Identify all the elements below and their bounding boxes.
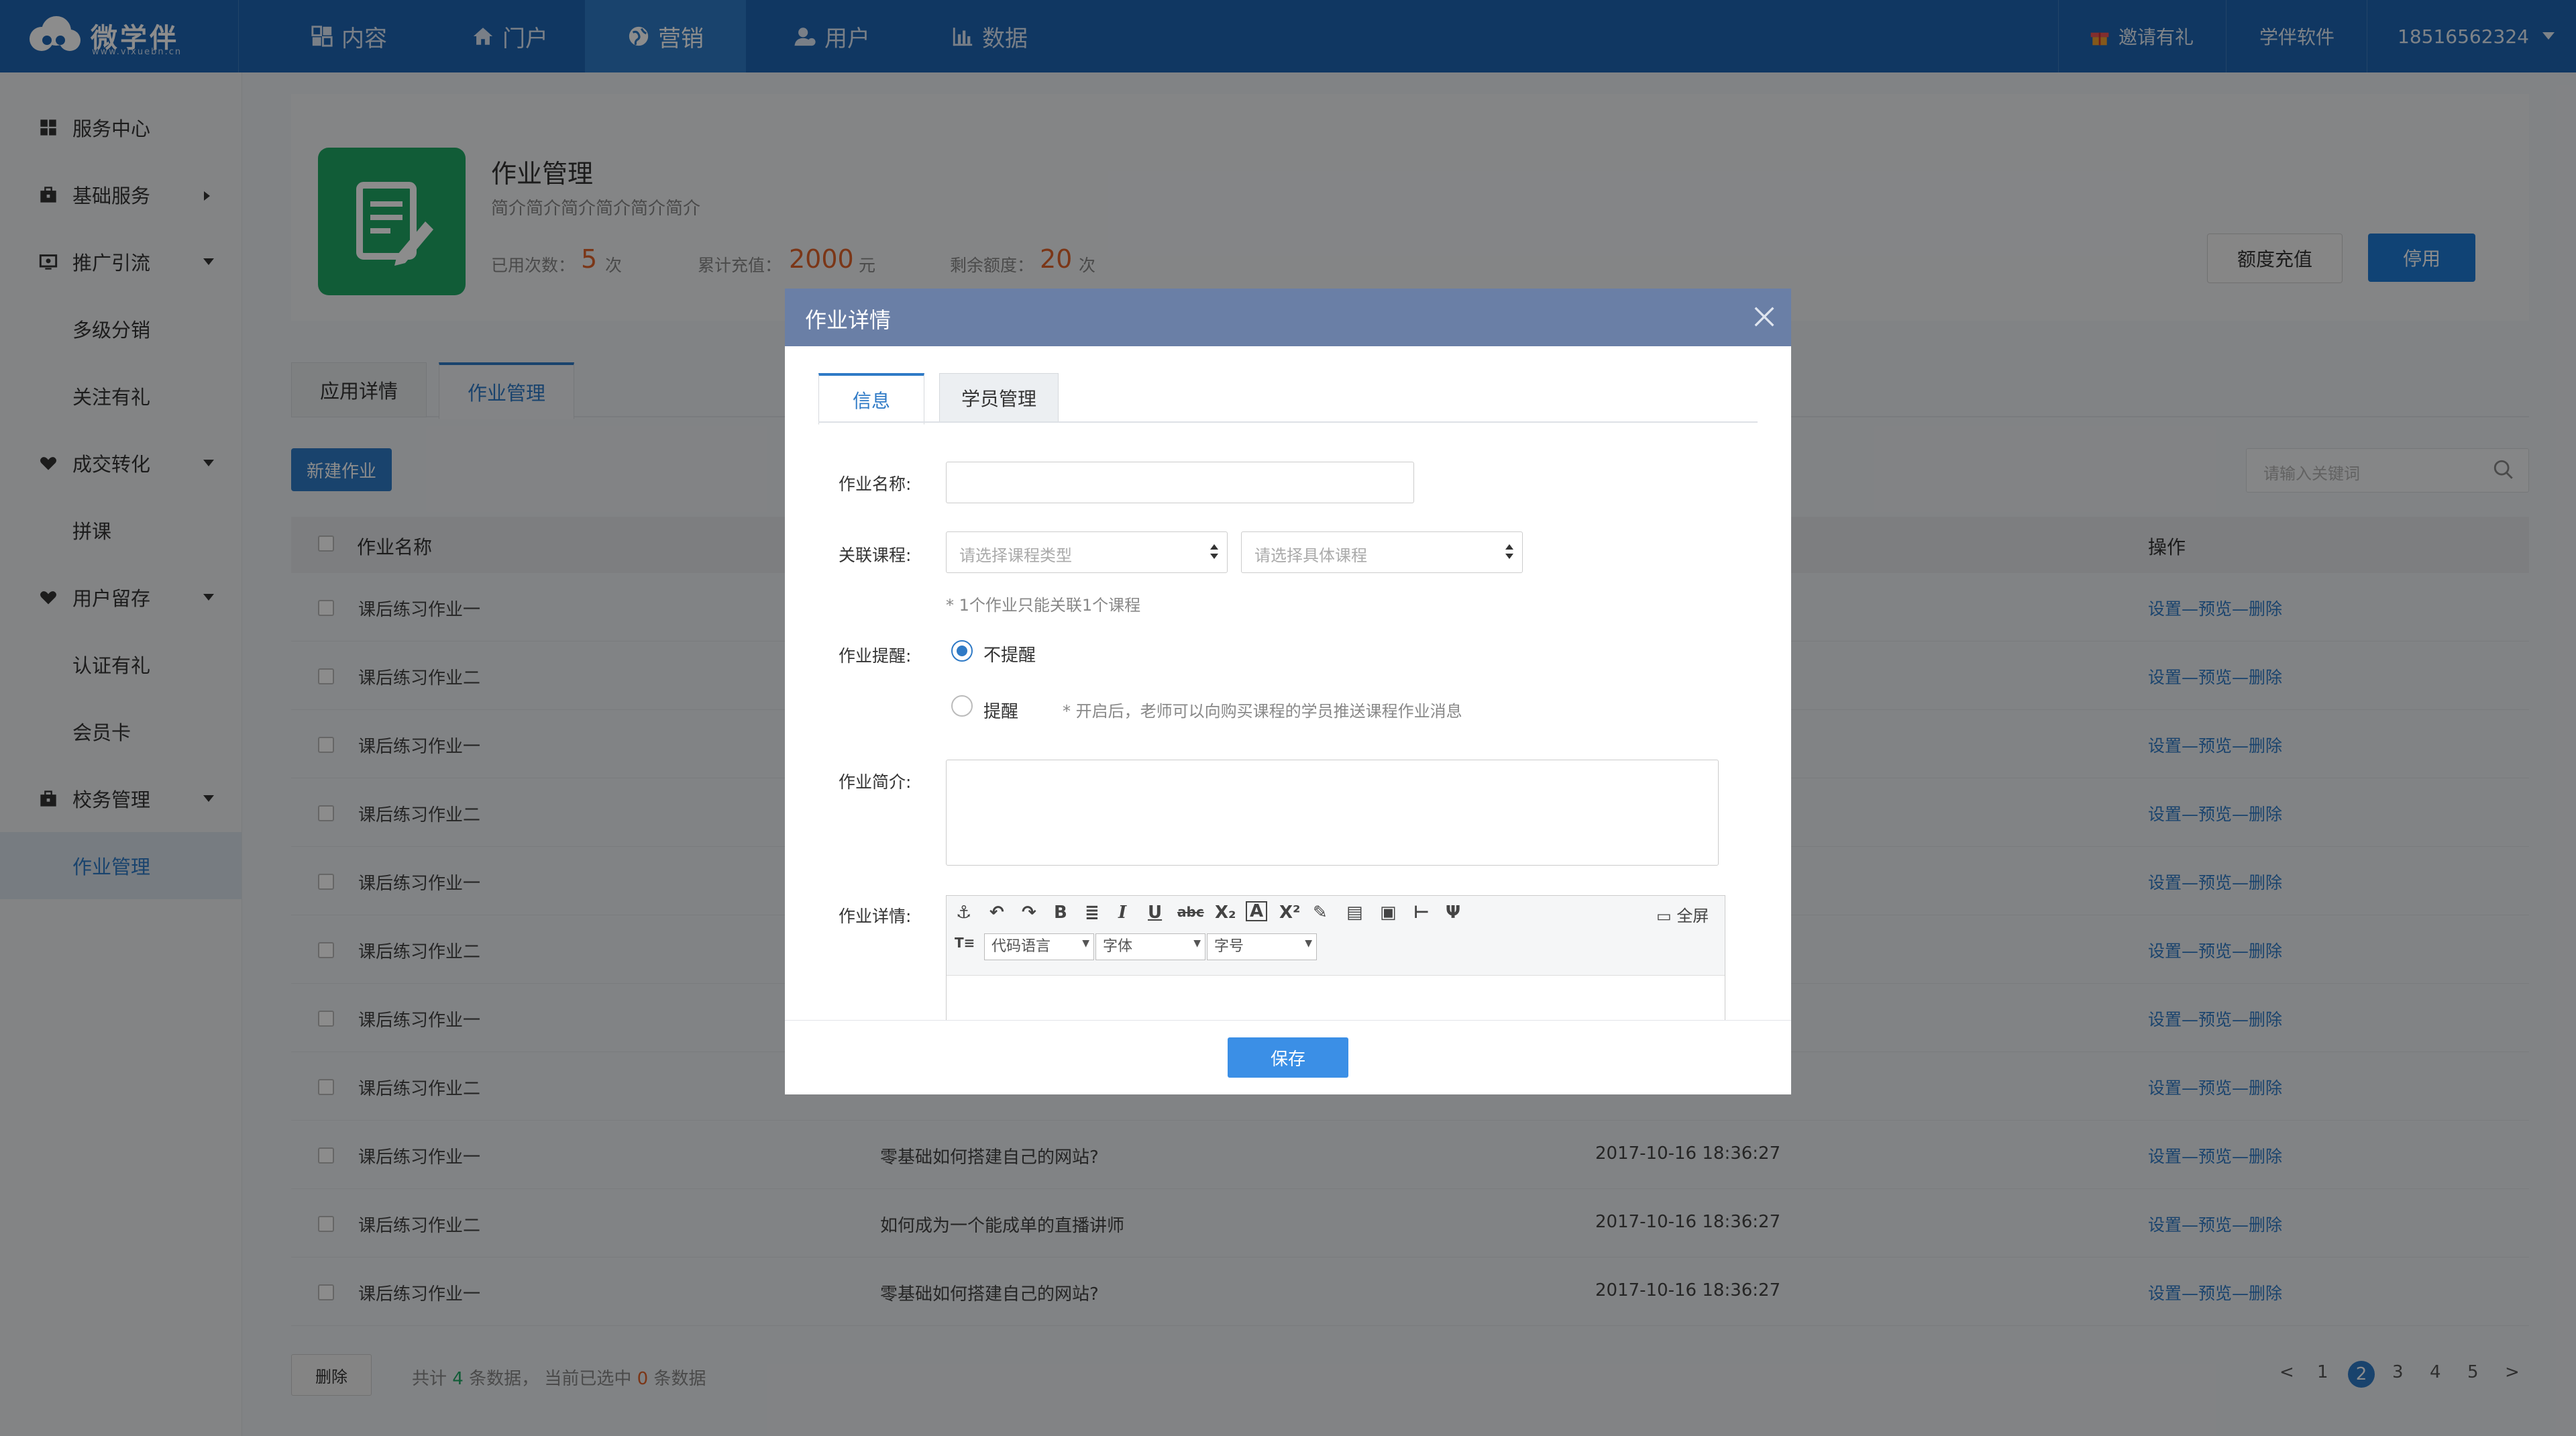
dropdown-arrow-icon: ▼ — [1082, 938, 1089, 949]
anchor-icon[interactable]: ⚓ — [956, 903, 971, 923]
radio-remind[interactable] — [951, 695, 973, 717]
save-button[interactable]: 保存 — [1228, 1037, 1348, 1078]
dropdown-arrow-icon: ▼ — [1305, 938, 1312, 949]
font-size-select[interactable]: 字号 ▼ — [1207, 933, 1317, 960]
remind-label: 作业提醒: — [839, 646, 912, 666]
fullscreen-button[interactable]: ▭ 全屏 — [1656, 903, 1709, 926]
undo-icon[interactable]: ↶ — [989, 903, 1004, 923]
course-label: 关联课程: — [839, 546, 912, 565]
font-size-value: 字号 — [1214, 938, 1244, 955]
font-family-select[interactable]: 字体 ▼ — [1095, 933, 1205, 960]
underline-icon[interactable]: U — [1148, 903, 1162, 923]
image-icon[interactable]: ▤ — [1346, 903, 1363, 923]
strikethrough-icon[interactable]: abc — [1177, 904, 1204, 920]
editor-toolbar: ⚓ ↶ ↷ B ≣ I U abc X₂ A X² ✎ ▤ ▣ ⊢ Ψ ▭ 全屏… — [947, 896, 1725, 976]
course-type-placeholder: 请选择课程类型 — [959, 546, 1072, 565]
no-remind-label: 不提醒 — [983, 646, 1036, 666]
media-icon[interactable]: ▣ — [1380, 903, 1397, 923]
tab-info[interactable]: 信息 — [818, 373, 924, 425]
dialog-title: 作业详情 — [805, 307, 892, 333]
radio-no-remind[interactable] — [951, 640, 973, 662]
paragraph-icon[interactable]: T≡ — [955, 935, 975, 951]
homework-detail-dialog: 作业详情 信息 学员管理 作业名称: 关联课程: 请选择课程类型 请选择具体课程… — [785, 289, 1791, 1094]
dropdown-arrow-icon: ▼ — [1193, 938, 1201, 949]
fullscreen-label: 全屏 — [1676, 907, 1709, 925]
indent-icon[interactable]: ⊢ — [1413, 903, 1430, 923]
homework-name-label: 作业名称: — [839, 474, 912, 494]
dialog-tabs-divider — [818, 421, 1758, 423]
select-arrows-icon — [1505, 544, 1513, 559]
detail-label: 作业详情: — [839, 907, 912, 926]
subscript-icon[interactable]: X₂ — [1215, 903, 1236, 923]
font-family-value: 字体 — [1103, 938, 1133, 955]
homework-name-field[interactable] — [946, 462, 1414, 503]
dialog-header: 作业详情 — [785, 289, 1791, 346]
intro-label: 作业简介: — [839, 772, 912, 792]
remind-hint: * 开启后，老师可以向购买课程的学员推送课程作业消息 — [1063, 702, 1462, 721]
code-language-value: 代码语言 — [991, 938, 1051, 955]
align-icon[interactable]: ≣ — [1085, 903, 1099, 923]
redo-icon[interactable]: ↷ — [1022, 903, 1036, 923]
font-border-icon[interactable]: A — [1246, 901, 1268, 921]
superscript-icon[interactable]: X² — [1279, 903, 1300, 923]
brush-icon[interactable]: ✎ — [1313, 903, 1328, 923]
select-arrows-icon — [1210, 544, 1218, 559]
filter-icon[interactable]: Ψ — [1446, 903, 1460, 923]
remind-label-option: 提醒 — [983, 702, 1019, 722]
code-language-select[interactable]: 代码语言 ▼ — [984, 933, 1094, 960]
course-hint: * 1个作业只能关联1个课程 — [946, 596, 1141, 615]
italic-icon[interactable]: I — [1118, 903, 1126, 923]
close-icon[interactable] — [1751, 303, 1778, 330]
tab-student-manage[interactable]: 学员管理 — [939, 373, 1059, 423]
bold-icon[interactable]: B — [1054, 903, 1067, 923]
intro-textarea[interactable] — [946, 760, 1719, 866]
course-placeholder: 请选择具体课程 — [1254, 546, 1367, 565]
